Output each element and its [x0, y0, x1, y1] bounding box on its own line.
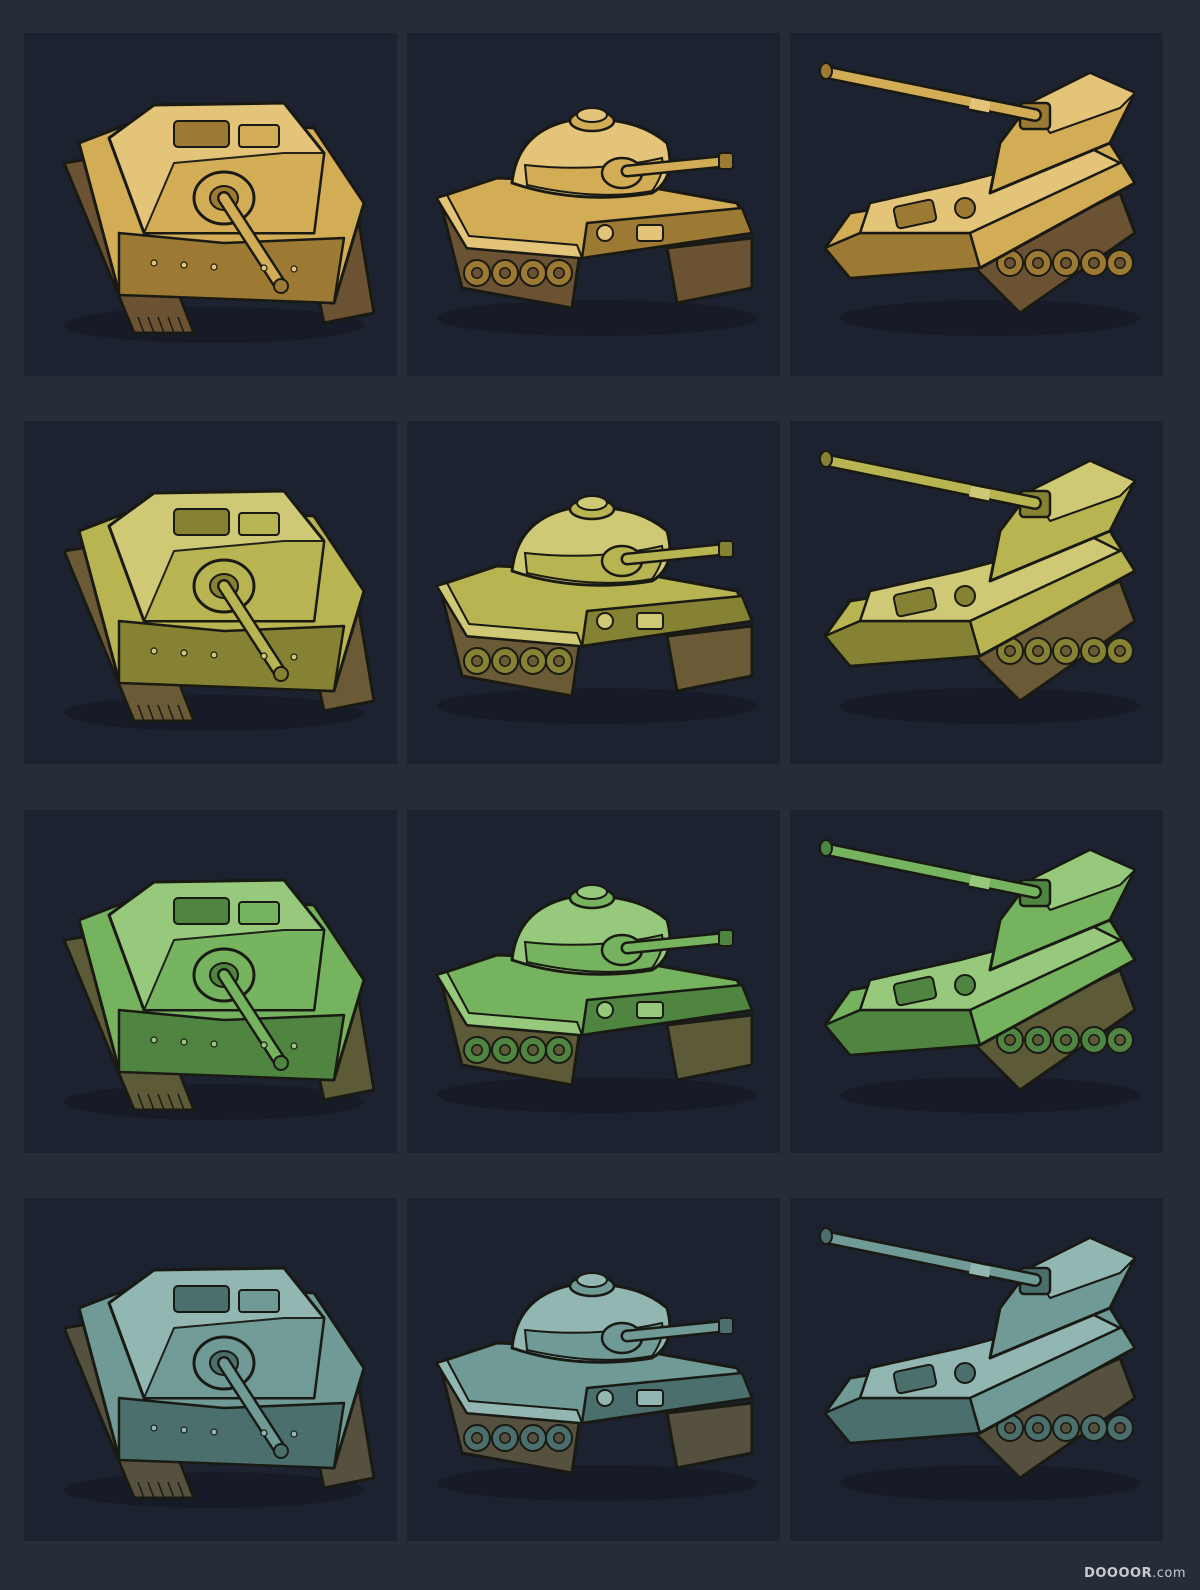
- tank-tile: [24, 810, 397, 1153]
- watermark-suffix: .com: [1152, 1566, 1186, 1581]
- tank-tile: [407, 421, 780, 764]
- tank-tile: [24, 421, 397, 764]
- tank-tile: [407, 810, 780, 1153]
- tank-tile: [790, 1198, 1163, 1541]
- tank-icon-grid: [0, 0, 1200, 1590]
- watermark-brand: DOOOOR: [1084, 1566, 1153, 1581]
- self-propelled-gun-icon: [819, 1227, 1140, 1501]
- tank-destroyer-icon: [62, 878, 376, 1120]
- tank-tile: [790, 421, 1163, 764]
- medium-tank-icon: [435, 495, 757, 724]
- tank-destroyer-icon: [62, 1266, 376, 1508]
- heavy-tank-icon: [435, 1272, 757, 1501]
- light-tank-icon: [435, 107, 757, 336]
- tank-tile: [24, 1198, 397, 1541]
- medium-tank-icon: [435, 884, 757, 1113]
- tank-tile: [407, 33, 780, 376]
- self-propelled-gun-icon: [819, 62, 1140, 336]
- tank-destroyer-icon: [62, 489, 376, 731]
- tank-tile: [24, 33, 397, 376]
- tank-tile: [407, 1198, 780, 1541]
- tank-tile: [790, 33, 1163, 376]
- self-propelled-gun-icon: [819, 450, 1140, 724]
- watermark: DOOOOR.com: [1084, 1566, 1186, 1581]
- self-propelled-gun-icon: [819, 839, 1140, 1113]
- tank-destroyer-icon: [62, 101, 376, 343]
- tank-tile: [790, 810, 1163, 1153]
